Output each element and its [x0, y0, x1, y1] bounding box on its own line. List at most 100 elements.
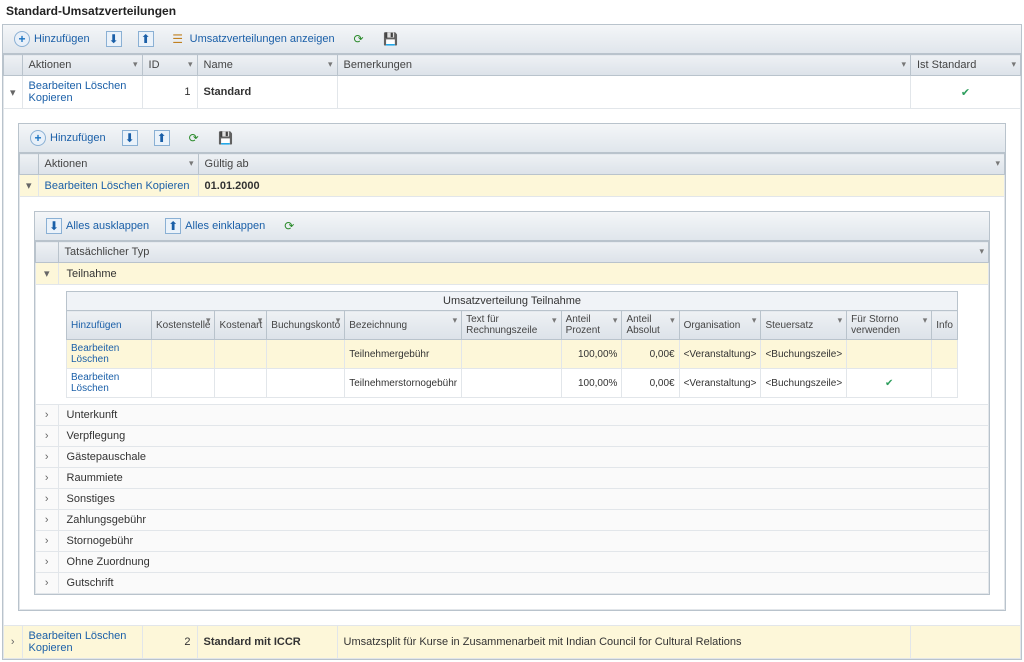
cell-is-standard: ✔ [911, 76, 1021, 109]
col-kostenart[interactable]: Kostenart [215, 311, 267, 340]
inner-add-button[interactable]: + Hinzufügen [25, 128, 111, 148]
category-name: Unterkunft [58, 405, 988, 426]
col-buchungskonto[interactable]: Buchungskonto [267, 311, 345, 340]
cell-kostenstelle [152, 369, 215, 398]
expand-toggle[interactable]: › [36, 447, 59, 468]
inner-save-button[interactable]: 💾 [213, 128, 239, 148]
inner-import-button[interactable]: ⬇ [117, 128, 143, 148]
export-button[interactable]: ⬆ [133, 29, 159, 49]
import-button[interactable]: ⬇ [101, 29, 127, 49]
col-type[interactable]: Tatsächlicher Typ [58, 242, 988, 263]
expand-toggle[interactable]: › [4, 626, 23, 659]
col-inner-actions[interactable]: Aktionen [38, 154, 198, 175]
inner-grid: Aktionen Gültig ab ▾ Bearbeiten Löschen … [19, 153, 1005, 610]
col-bezeichnung[interactable]: Bezeichnung [345, 311, 462, 340]
expand-toggle[interactable]: ▾ [20, 175, 39, 197]
cell-bezeichnung: Teilnehmergebühr [345, 340, 462, 369]
cell-buchungskonto [267, 369, 345, 398]
category-name: Gästepauschale [58, 447, 988, 468]
edit-link[interactable]: Bearbeiten [29, 80, 82, 92]
inner-add-label: Hinzufügen [50, 132, 106, 144]
cell-bezeichnung: Teilnehmerstornogebühr [345, 369, 462, 398]
expand-toggle[interactable]: › [36, 552, 59, 573]
col-name[interactable]: Name [197, 55, 337, 76]
copy-link[interactable]: Kopieren [29, 92, 73, 104]
edit-link[interactable]: Bearbeiten [45, 180, 98, 192]
col-remarks[interactable]: Bemerkungen [337, 55, 910, 76]
cell-org: <Veranstaltung> [679, 369, 761, 398]
expand-toggle[interactable]: › [36, 405, 59, 426]
category-row: ›Gutschrift [36, 573, 989, 594]
col-absolut[interactable]: Anteil Absolut [622, 311, 679, 340]
refresh-icon: ⟳ [186, 130, 202, 146]
cell-name: Standard mit ICCR [197, 626, 337, 659]
cell-info [932, 340, 958, 369]
cell-absolut: 0,00€ [622, 369, 679, 398]
type-refresh-button[interactable]: ⟳ [276, 216, 302, 236]
dist-row-actions: Bearbeiten Löschen [67, 340, 152, 369]
delete-link[interactable]: Löschen [101, 180, 143, 192]
refresh-button[interactable]: ⟳ [346, 29, 372, 49]
expand-toggle[interactable]: › [36, 426, 59, 447]
edit-link[interactable]: Bearbeiten [71, 343, 119, 354]
show-distributions-label: Umsatzverteilungen anzeigen [190, 33, 335, 45]
cell-remarks [337, 76, 910, 109]
delete-link[interactable]: Löschen [85, 80, 127, 92]
col-kostenstelle[interactable]: Kostenstelle [152, 311, 215, 340]
cell-buchungskonto [267, 340, 345, 369]
dist-row-actions: Bearbeiten Löschen [67, 369, 152, 398]
cell-kostenart [215, 369, 267, 398]
category-row: ›Stornogebühr [36, 531, 989, 552]
expand-all-button[interactable]: ⬇ Alles ausklappen [41, 216, 154, 236]
category-name: Gutschrift [58, 573, 988, 594]
edit-link[interactable]: Bearbeiten [71, 372, 119, 383]
cell-remarks: Umsatzsplit für Kurse in Zusammenarbeit … [337, 626, 910, 659]
col-is-standard[interactable]: Ist Standard [911, 55, 1021, 76]
expand-toggle[interactable]: › [36, 468, 59, 489]
delete-link[interactable]: Löschen [71, 354, 109, 365]
col-actions[interactable]: Aktionen [22, 55, 142, 76]
col-storno[interactable]: Für Storno verwenden [847, 311, 932, 340]
row-actions: Bearbeiten Löschen Kopieren [22, 626, 142, 659]
delete-link[interactable]: Löschen [71, 383, 109, 394]
cell-steuer: <Buchungszeile> [761, 340, 847, 369]
save-icon: 💾 [218, 130, 234, 146]
show-distributions-button[interactable]: ☰ Umsatzverteilungen anzeigen [165, 29, 340, 49]
expand-icon: ⬇ [46, 218, 62, 234]
category-name: Stornogebühr [58, 531, 988, 552]
cell-absolut: 0,00€ [622, 340, 679, 369]
add-link[interactable]: Hinzufügen [71, 320, 122, 331]
col-prozent[interactable]: Anteil Prozent [561, 311, 622, 340]
col-id[interactable]: ID [142, 55, 197, 76]
category-row: ›Raummiete [36, 468, 989, 489]
expand-toggle[interactable]: › [36, 573, 59, 594]
expand-toggle[interactable]: › [36, 489, 59, 510]
expand-toggle[interactable]: ▾ [36, 263, 59, 285]
copy-link[interactable]: Kopieren [145, 180, 189, 192]
edit-link[interactable]: Bearbeiten [29, 630, 82, 642]
collapse-all-button[interactable]: ⬆ Alles einklappen [160, 216, 270, 236]
inner-refresh-button[interactable]: ⟳ [181, 128, 207, 148]
expand-toggle[interactable]: ▾ [4, 76, 23, 109]
inner-toolbar: + Hinzufügen ⬇ ⬆ ⟳ 💾 [19, 124, 1005, 153]
inner-export-button[interactable]: ⬆ [149, 128, 175, 148]
delete-link[interactable]: Löschen [85, 630, 127, 642]
category-row: ›Zahlungsgebühr [36, 510, 989, 531]
collapse-icon: ⬆ [165, 218, 181, 234]
distribution-grid: Hinzufügen KostenstelleKostenartBuchungsk… [66, 310, 958, 398]
save-button[interactable]: 💾 [378, 29, 404, 49]
col-organisation[interactable]: Organisation [679, 311, 761, 340]
copy-link[interactable]: Kopieren [29, 642, 73, 654]
save-icon: 💾 [383, 31, 399, 47]
col-steuersatz[interactable]: Steuersatz [761, 311, 847, 340]
collapse-all-label: Alles einklappen [185, 220, 265, 232]
expand-toggle[interactable]: › [36, 510, 59, 531]
cell-org: <Veranstaltung> [679, 340, 761, 369]
refresh-icon: ⟳ [351, 31, 367, 47]
col-valid-from[interactable]: Gültig ab [198, 154, 1004, 175]
expand-toggle[interactable]: › [36, 531, 59, 552]
col-text[interactable]: Text für Rechnungszeile [462, 311, 561, 340]
col-info[interactable]: Info [932, 311, 958, 340]
add-button[interactable]: + Hinzufügen [9, 29, 95, 49]
plus-icon: + [30, 130, 46, 146]
